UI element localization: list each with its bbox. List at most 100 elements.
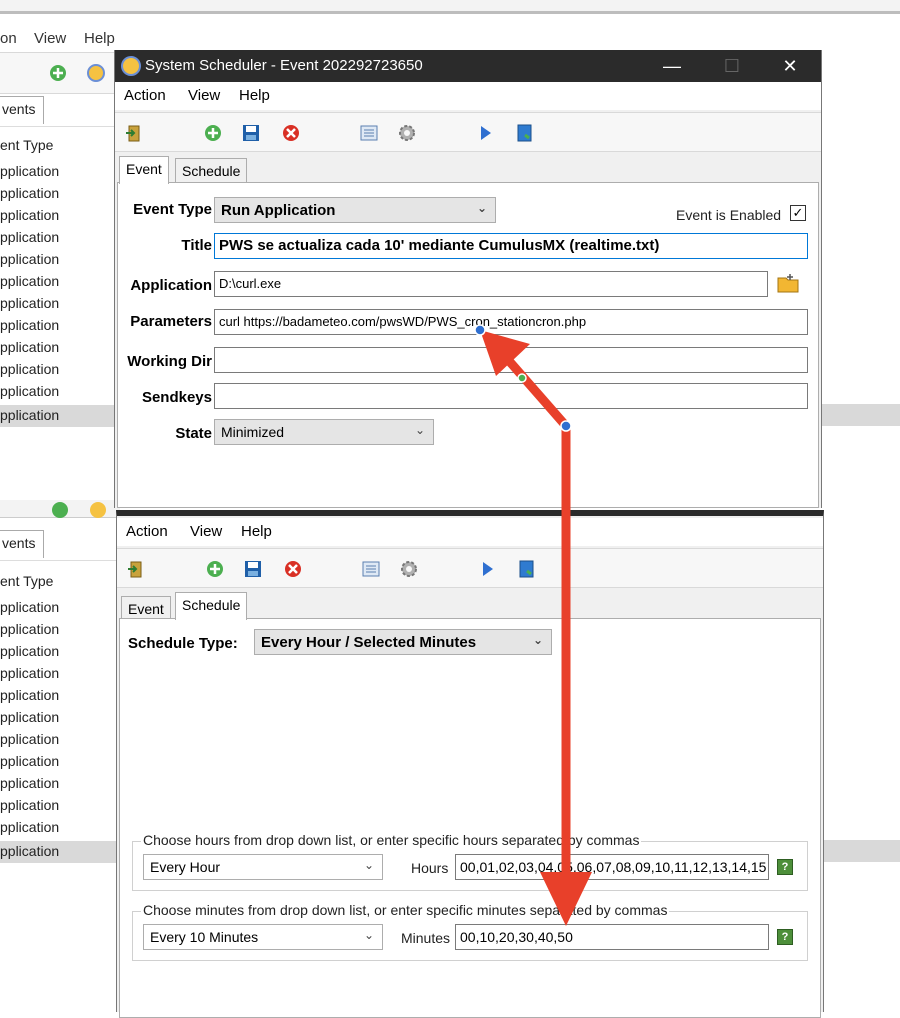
add-icon[interactable] <box>203 123 223 143</box>
menu-view[interactable]: View <box>190 523 222 540</box>
list-icon[interactable] <box>359 123 379 143</box>
schedule-panel: Schedule Type: Every Hour / Selected Min… <box>119 618 821 1018</box>
tab-strip: Event Schedule <box>117 590 823 622</box>
bg-menu-help[interactable]: Help <box>84 30 115 47</box>
list-item[interactable]: pplication <box>0 773 120 795</box>
menu-action[interactable]: Action <box>126 523 168 540</box>
help-icon[interactable]: ? <box>777 929 793 945</box>
list-item[interactable]: pplication <box>0 227 120 249</box>
chevron-down-icon: ⌄ <box>476 201 487 215</box>
list-item[interactable]: pplication <box>0 271 120 293</box>
menu-view[interactable]: View <box>188 87 220 104</box>
list-item[interactable]: pplication <box>0 359 120 381</box>
list-item[interactable]: pplication <box>0 183 120 205</box>
minutes-label: Minutes <box>401 930 451 946</box>
minimize-button[interactable]: — <box>649 50 695 82</box>
event-dialog-top: System Scheduler - Event 202292723650 — … <box>114 50 822 508</box>
tab-schedule[interactable]: Schedule <box>175 592 248 620</box>
add-icon[interactable] <box>50 500 70 520</box>
maximize-button[interactable]: ☐ <box>709 50 755 82</box>
bg-selected-row-strip <box>822 840 900 862</box>
application-label: Application <box>130 277 212 294</box>
hours-select[interactable]: Every Hour ⌄ <box>143 854 383 880</box>
save-icon[interactable] <box>241 123 261 143</box>
list-item[interactable]: pplication <box>0 641 120 663</box>
title-label: Title <box>181 237 212 254</box>
settings-gear-icon[interactable] <box>397 123 417 143</box>
title-input[interactable]: PWS se actualiza cada 10' mediante Cumul… <box>214 233 808 259</box>
list-item[interactable]: pplication <box>0 161 120 183</box>
run-play-icon[interactable] <box>477 559 497 579</box>
enabled-label: Event is Enabled <box>676 207 782 223</box>
tab-schedule[interactable]: Schedule <box>175 158 248 184</box>
log-book-icon[interactable] <box>515 123 535 143</box>
parameters-input[interactable]: curl https://badameteo.com/pwsWD/PWS_cro… <box>214 309 808 335</box>
list-item[interactable]: pplication <box>0 337 120 359</box>
working-dir-label: Working Dir <box>127 353 212 370</box>
enabled-checkbox[interactable]: ✓ <box>790 205 806 221</box>
save-icon[interactable] <box>243 559 263 579</box>
toolbar <box>117 548 823 588</box>
working-dir-input[interactable] <box>214 347 808 373</box>
background-window-topbar <box>0 0 900 14</box>
tab-event[interactable]: Event <box>119 156 169 184</box>
list-icon[interactable] <box>361 559 381 579</box>
state-select[interactable]: Minimized ⌄ <box>214 419 434 445</box>
scheduler-clock-icon <box>121 56 141 76</box>
menu-action[interactable]: Action <box>124 87 166 104</box>
run-play-icon[interactable] <box>475 123 495 143</box>
menu-bar: Action View Help <box>115 82 821 110</box>
bg-tab-events[interactable]: vents <box>0 96 44 124</box>
exit-door-icon[interactable] <box>125 123 145 143</box>
list-item[interactable]: pplication <box>0 795 120 817</box>
schedule-type-label: Schedule Type: <box>128 635 238 652</box>
list-item[interactable]: pplication <box>0 707 120 729</box>
list-item-selected[interactable]: pplication <box>0 841 120 863</box>
help-icon[interactable]: ? <box>777 859 793 875</box>
menu-help[interactable]: Help <box>241 523 272 540</box>
add-icon[interactable] <box>205 559 225 579</box>
scheduler-clock-icon[interactable] <box>88 500 108 520</box>
hours-input[interactable]: 00,01,02,03,04,05,06,07,08,09,10,11,12,1… <box>455 854 769 880</box>
hours-select-value: Every Hour <box>150 859 221 875</box>
list-item[interactable]: pplication <box>0 381 120 403</box>
list-item[interactable]: pplication <box>0 729 120 751</box>
schedule-type-value: Every Hour / Selected Minutes <box>261 634 477 651</box>
list-item[interactable]: pplication <box>0 315 120 337</box>
close-button[interactable]: ✕ <box>767 50 813 82</box>
state-value: Minimized <box>221 424 285 440</box>
background-toolbar-lower <box>0 500 120 518</box>
list-item[interactable]: pplication <box>0 751 120 773</box>
event-type-value: Run Application <box>221 202 336 219</box>
event-type-select[interactable]: Run Application ⌄ <box>214 197 496 223</box>
list-item-selected[interactable]: pplication <box>0 405 120 427</box>
list-item[interactable]: pplication <box>0 249 120 271</box>
list-item[interactable]: pplication <box>0 205 120 227</box>
bg-menu-action[interactable]: on <box>0 30 17 47</box>
list-item[interactable]: pplication <box>0 619 120 641</box>
schedule-type-select[interactable]: Every Hour / Selected Minutes ⌄ <box>254 629 552 655</box>
open-folder-icon[interactable] <box>776 271 800 295</box>
add-icon[interactable] <box>48 63 68 83</box>
list-item[interactable]: pplication <box>0 293 120 315</box>
list-item[interactable]: pplication <box>0 685 120 707</box>
scheduler-clock-icon[interactable] <box>86 63 106 83</box>
sendkeys-input[interactable] <box>214 383 808 409</box>
minutes-select-value: Every 10 Minutes <box>150 929 259 945</box>
minutes-input[interactable]: 00,10,20,30,40,50 <box>455 924 769 950</box>
delete-icon[interactable] <box>283 559 303 579</box>
exit-door-icon[interactable] <box>127 559 147 579</box>
delete-icon[interactable] <box>281 123 301 143</box>
bg-column-header: ent Type <box>0 573 54 589</box>
bg-tab-events[interactable]: vents <box>0 530 44 558</box>
list-item[interactable]: pplication <box>0 663 120 685</box>
settings-gear-icon[interactable] <box>399 559 419 579</box>
bg-menu-view[interactable]: View <box>34 30 66 47</box>
application-input[interactable]: D:\curl.exe <box>214 271 768 297</box>
log-book-icon[interactable] <box>517 559 537 579</box>
minutes-select[interactable]: Every 10 Minutes ⌄ <box>143 924 383 950</box>
list-item[interactable]: pplication <box>0 597 120 619</box>
menu-help[interactable]: Help <box>239 87 270 104</box>
list-item[interactable]: pplication <box>0 817 120 839</box>
bg-event-list-bottom: ent Type pplication pplication pplicatio… <box>0 560 120 870</box>
